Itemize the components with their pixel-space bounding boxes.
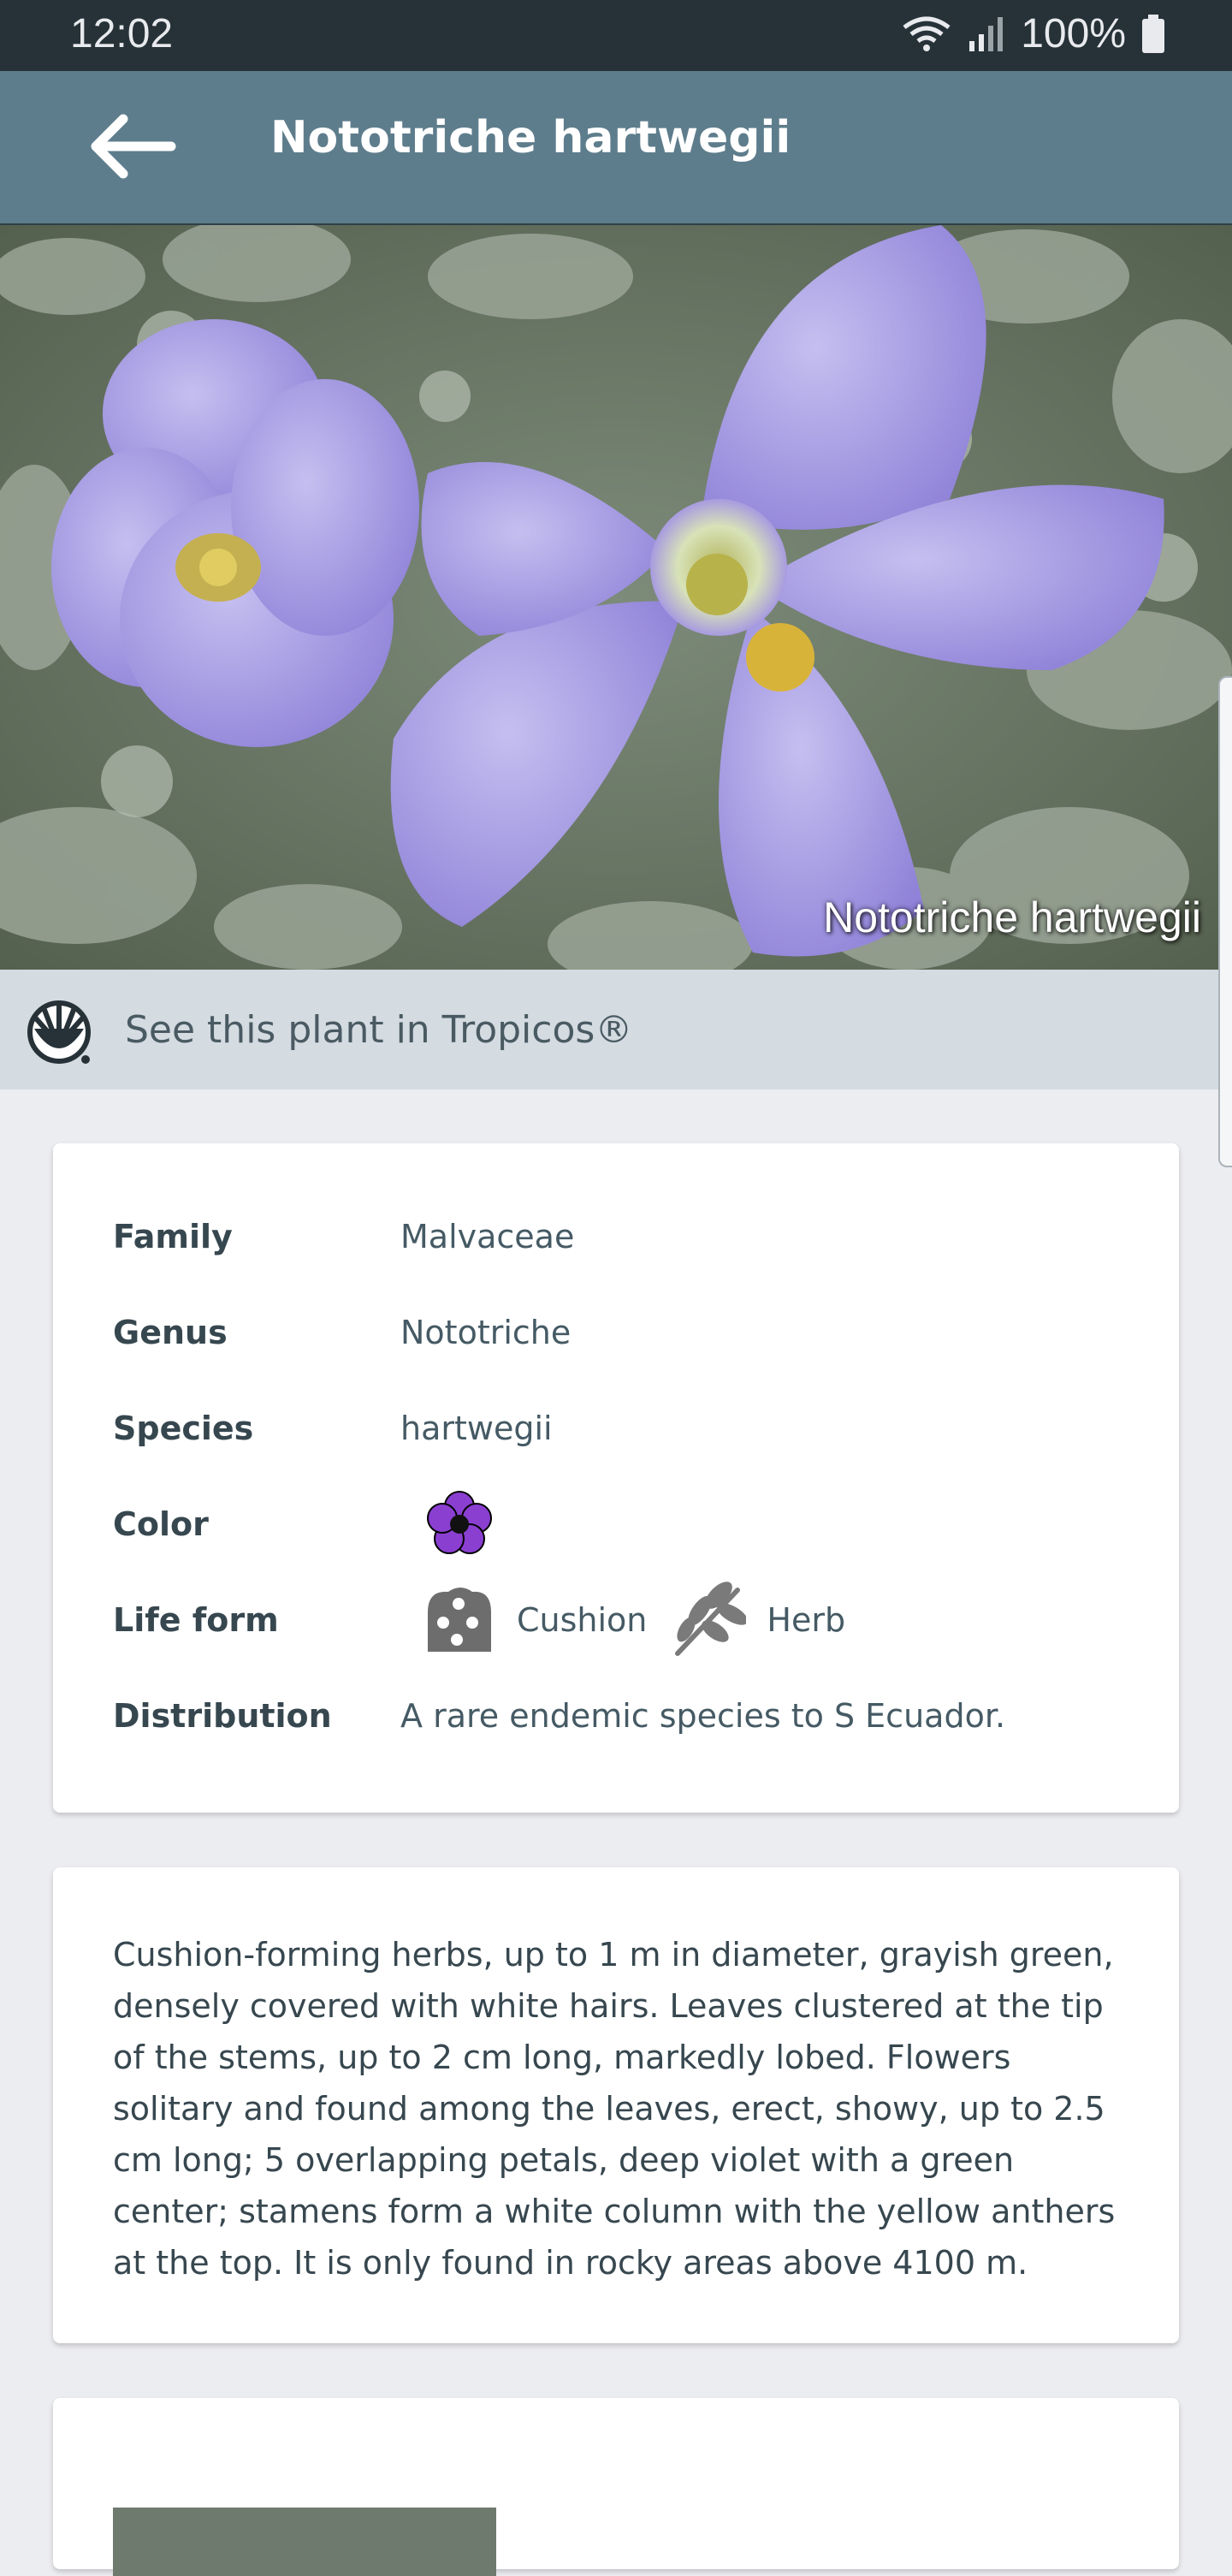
- tropicos-label: See this plant in Tropicos®: [125, 1007, 633, 1052]
- herb-icon: [675, 1582, 747, 1656]
- scroll-handle[interactable]: [1218, 676, 1232, 1167]
- photos-card: [53, 2398, 1179, 2576]
- plant-thumbnail[interactable]: [113, 2508, 496, 2576]
- app-bar: Nototriche hartwegii: [0, 71, 1232, 225]
- cushion-icon: [428, 1588, 491, 1652]
- species-row: Species hartwegii: [113, 1398, 553, 1458]
- genus-label: Genus: [113, 1314, 228, 1351]
- details-card: Family Malvaceae Genus Nototriche Specie…: [53, 1143, 1179, 1813]
- description-text: Cushion-forming herbs, up to 1 m in diam…: [113, 1936, 1116, 2282]
- genus-row: Genus Nototriche: [113, 1303, 571, 1362]
- life-form-row: Life form Cushion Herb: [113, 1582, 846, 1656]
- life-form-label: Life form: [113, 1601, 279, 1639]
- distribution-label: Distribution: [113, 1697, 332, 1735]
- color-row: Color: [113, 1491, 498, 1554]
- battery-icon: [1142, 14, 1164, 53]
- signal-icon: [969, 16, 1004, 51]
- distribution-row: Distribution A rare endemic species to S…: [113, 1686, 1005, 1746]
- tropicos-logo-icon: [27, 1000, 91, 1064]
- color-label: Color: [113, 1505, 209, 1543]
- page-title: Nototriche hartwegii: [270, 112, 791, 163]
- family-label: Family: [113, 1218, 233, 1255]
- arrow-left-icon[interactable]: [86, 109, 180, 184]
- status-bar: 12:02 100%: [0, 0, 1232, 71]
- description-card: Cushion-forming herbs, up to 1 m in diam…: [53, 1867, 1179, 2343]
- tropicos-link[interactable]: See this plant in Tropicos®: [0, 970, 1232, 1089]
- status-icons: 100%: [901, 10, 1165, 57]
- species-label: Species: [113, 1410, 254, 1447]
- flower-image: [0, 225, 1232, 970]
- plant-photo[interactable]: Nototriche hartwegii: [0, 225, 1232, 970]
- genus-value: Nototriche: [400, 1314, 572, 1351]
- wifi-icon: [903, 16, 951, 51]
- species-value: hartwegii: [400, 1410, 553, 1447]
- battery-percent: 100%: [1021, 11, 1126, 56]
- photo-caption: Nototriche hartwegii: [823, 893, 1201, 941]
- status-time: 12:02: [70, 11, 174, 56]
- life-form-herb-label: Herb: [767, 1601, 846, 1639]
- family-row: Family Malvaceae: [113, 1207, 574, 1267]
- distribution-value: A rare endemic species to S Ecuador.: [400, 1697, 1006, 1735]
- family-value: Malvaceae: [400, 1218, 575, 1255]
- life-form-cushion-label: Cushion: [517, 1601, 648, 1639]
- purple-flower-icon: [427, 1491, 492, 1554]
